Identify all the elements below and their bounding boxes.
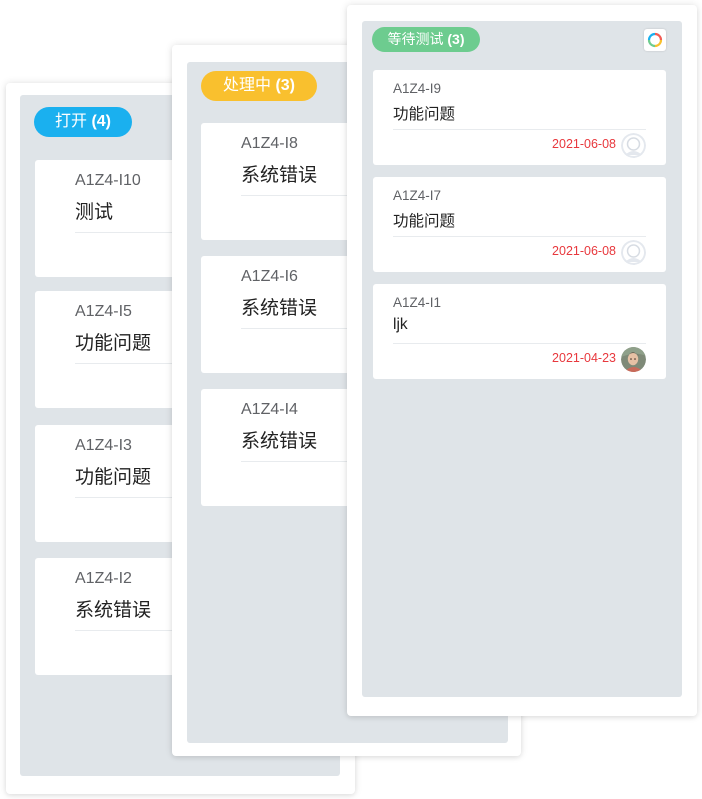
status-badge-count: (4) (91, 113, 112, 130)
issue-card[interactable]: A1Z4-I1 ljk 2021-04-23 (373, 284, 666, 379)
issue-card[interactable]: A1Z4-I9 功能问题 2021-06-08 (373, 70, 666, 165)
issue-id: A1Z4-I8 (241, 135, 298, 152)
issue-title: ljk (393, 316, 408, 333)
status-badge-label: 打开 (54, 113, 87, 130)
status-badge-count: (3) (447, 31, 465, 47)
issue-title: 功能问题 (393, 213, 456, 230)
card-divider (393, 343, 646, 344)
column-frame-waiting: 等待测试 (3) A1Z4-I9 功能问题 2021-06-08 A1Z4-I7… (347, 5, 697, 716)
issue-title: 功能问题 (75, 467, 152, 488)
card-divider (393, 129, 646, 130)
issue-card[interactable]: A1Z4-I7 功能问题 2021-06-08 (373, 177, 666, 272)
issue-title: 系统错误 (75, 600, 152, 621)
issue-title: 测试 (75, 202, 114, 223)
card-divider (393, 236, 646, 237)
issue-title: 功能问题 (75, 333, 152, 354)
due-date: 2021-06-08 (552, 244, 616, 258)
issue-title: 系统错误 (241, 298, 318, 319)
default-user-icon[interactable] (621, 240, 646, 265)
status-badge-label: 处理中 (222, 77, 271, 94)
issue-id: A1Z4-I1 (393, 295, 442, 310)
status-badge-open[interactable]: 打开 (4) (34, 107, 132, 137)
issue-title: 功能问题 (393, 106, 456, 123)
issue-title: 系统错误 (241, 431, 318, 452)
status-badge-processing[interactable]: 处理中 (3) (201, 71, 317, 101)
issue-id: A1Z4-I5 (75, 303, 132, 320)
status-badge-waiting[interactable]: 等待测试 (3) (372, 27, 480, 52)
issue-id: A1Z4-I7 (393, 188, 442, 203)
issue-id: A1Z4-I3 (75, 437, 132, 454)
due-date: 2021-04-23 (552, 351, 616, 365)
default-user-icon[interactable] (621, 133, 646, 158)
issue-id: A1Z4-I4 (241, 401, 298, 418)
column-waiting: 等待测试 (3) A1Z4-I9 功能问题 2021-06-08 A1Z4-I7… (362, 21, 682, 697)
colorful-ring-icon[interactable] (644, 29, 666, 51)
status-badge-count: (3) (275, 77, 296, 94)
due-date: 2021-06-08 (552, 137, 616, 151)
issue-id: A1Z4-I2 (75, 570, 132, 587)
issue-id: A1Z4-I10 (75, 172, 141, 189)
status-badge-label: 等待测试 (387, 31, 444, 47)
kanban-stage: 打开 (4) A1Z4-I10 测试 A1Z4-I5 功能问题 A1Z4-I3 … (0, 0, 702, 799)
issue-id: A1Z4-I9 (393, 81, 442, 96)
issue-id: A1Z4-I6 (241, 268, 298, 285)
user-photo-avatar[interactable] (621, 347, 646, 372)
issue-title: 系统错误 (241, 165, 318, 186)
